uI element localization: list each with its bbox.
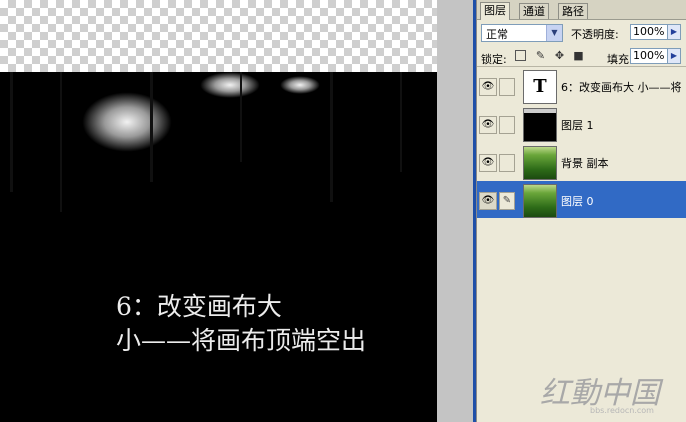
tab-layers[interactable]: 图层 [480,2,510,20]
eye-icon[interactable]: 👁 [479,116,497,134]
layer-name: 图层 0 [561,195,594,208]
eye-icon[interactable]: 👁 [479,192,497,210]
layer-row-text[interactable]: 👁 T 6：改变画布大 小——将 [477,67,686,106]
tree-trunk [150,72,153,182]
sky-highlight [82,92,172,152]
document-canvas[interactable]: 6：改变画布大小——将画布顶端空出 [0,0,437,422]
tree-trunk [60,72,62,212]
transparent-canvas-area [0,0,437,72]
chevron-down-icon[interactable]: ▼ [546,25,562,41]
lock-transparency-icon[interactable] [515,50,526,61]
caption-line-2: 小——将画布顶端空出 [116,326,367,355]
layers-panel: 图层 通道 路径 正常 ▼ 不透明度: 100% ▶ 锁定: ✎ ✥ ■ 填充:… [476,0,686,422]
layer-name: 6：改变画布大 小——将 [561,81,682,94]
layer-link-box[interactable] [499,154,515,172]
fill-field[interactable]: 100% [630,48,668,64]
tree-trunk [10,72,13,192]
sky-highlight [200,72,260,98]
caption-line-1: 6：改变画布大 [116,292,282,321]
opacity-label: 不透明度: [571,28,619,41]
panel-tabbar: 图层 通道 路径 [477,0,686,20]
opacity-slider-button[interactable]: ▶ [667,24,681,40]
layer-row-background-copy[interactable]: 👁 背景 副本 [477,143,686,182]
lock-row: 锁定: ✎ ✥ ■ 填充: 100% ▶ [477,46,686,67]
layer-thumbnail [523,184,557,218]
text-layer-thumbnail: T [523,70,557,104]
layer-row-layer0[interactable]: 👁 ✎ 图层 0 [477,181,686,220]
layer-link-box[interactable] [499,116,515,134]
blend-mode-value: 正常 [486,28,508,41]
opacity-field[interactable]: 100% [630,24,668,40]
tab-channels[interactable]: 通道 [519,3,549,19]
layer-thumbnail [523,108,557,142]
canvas-caption: 6：改变画布大小——将画布顶端空出 [116,290,366,358]
layer-thumbnail [523,146,557,180]
sky-highlight [280,76,320,94]
forest-photo: 6：改变画布大小——将画布顶端空出 [0,72,437,422]
lock-brush-icon[interactable]: ✎ [535,50,546,61]
eye-icon[interactable]: 👁 [479,78,497,96]
fill-slider-button[interactable]: ▶ [667,48,681,64]
tree-trunk [330,72,333,202]
eye-icon[interactable]: 👁 [479,154,497,172]
tree-trunk [400,72,402,172]
canvas-gutter [437,0,473,422]
layer-link-box[interactable] [499,78,515,96]
tree-trunk [240,72,242,162]
lock-all-icon[interactable]: ■ [573,50,584,61]
layer-name: 图层 1 [561,119,594,132]
watermark-url: bbs.redocn.com [590,406,654,415]
tab-paths[interactable]: 路径 [558,3,588,19]
brush-icon[interactable]: ✎ [499,192,515,210]
blend-mode-select[interactable]: 正常 ▼ [481,24,563,42]
layer-row-layer1[interactable]: 👁 图层 1 [477,105,686,144]
fill-label: 填充: [607,53,633,66]
layer-name: 背景 副本 [561,157,609,170]
lock-move-icon[interactable]: ✥ [554,50,565,61]
lock-label: 锁定: [481,53,507,66]
